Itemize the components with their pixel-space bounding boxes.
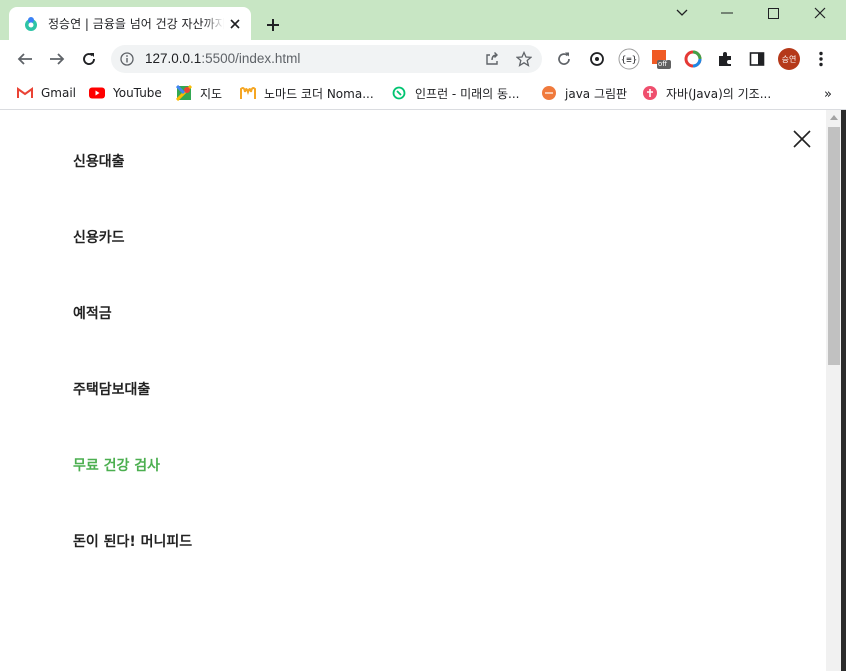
back-button[interactable]	[13, 47, 37, 71]
menu-item-money-feed[interactable]: 돈이 된다! 머니피드	[73, 532, 192, 608]
bookmark-java-basics[interactable]: 자바(Java)의 기조...	[642, 83, 771, 103]
mobile-menu: 신용대출 신용카드 예적금 주택담보대출 무료 건강 검사 돈이 된다! 머니피…	[73, 152, 192, 608]
maps-icon	[176, 85, 192, 101]
menu-item-health-check[interactable]: 무료 건강 검사	[73, 456, 192, 532]
bookmark-star-icon[interactable]	[515, 50, 533, 68]
refresh-extension-icon[interactable]	[553, 48, 575, 70]
side-panel-icon[interactable]	[746, 48, 768, 70]
menu-item-savings[interactable]: 예적금	[73, 304, 192, 380]
bookmark-inflearn[interactable]: 인프런 - 미래의 동...	[391, 83, 520, 103]
profile-avatar[interactable]: 승연	[778, 48, 800, 70]
tab-close-icon[interactable]	[227, 16, 243, 32]
menu-item-credit-loan[interactable]: 신용대출	[73, 152, 192, 228]
close-menu-icon[interactable]	[791, 128, 813, 150]
java-basics-icon	[642, 85, 658, 101]
browser-toolbar: 127.0.0.1:5500/index.html {≡} off 승연	[0, 40, 846, 78]
maximize-button[interactable]	[758, 4, 788, 22]
address-bar[interactable]: 127.0.0.1:5500/index.html	[111, 45, 542, 73]
bookmarks-overflow-button[interactable]: »	[824, 87, 832, 102]
scrollbar-thumb[interactable]	[828, 127, 840, 365]
bookmark-nomad-coders[interactable]: 노마드 코더 Noma...	[240, 83, 374, 103]
site-info-icon[interactable]	[119, 51, 135, 67]
bookmark-maps[interactable]: 지도	[176, 83, 222, 103]
share-icon[interactable]	[483, 50, 501, 68]
bookmark-youtube[interactable]: YouTube	[89, 83, 162, 103]
svg-text:{≡}: {≡}	[621, 56, 637, 66]
bookmark-label: 노마드 코더 Noma...	[264, 86, 374, 101]
browser-window: 정승연 | 금융을 넘어 건강 자산까지 127.0.0.1:5500/inde…	[0, 0, 846, 671]
nomad-coders-icon	[240, 85, 256, 101]
java-paint-icon	[541, 85, 557, 101]
bookmark-java-paint[interactable]: java 그림판	[541, 83, 627, 103]
menu-item-mortgage[interactable]: 주택담보대출	[73, 380, 192, 456]
bookmark-gmail[interactable]: Gmail	[17, 83, 76, 103]
tab-search-icon[interactable]	[667, 4, 697, 22]
extension-off-badge: off	[658, 60, 668, 68]
tab-active[interactable]: 정승연 | 금융을 넘어 건강 자산까지	[9, 7, 251, 40]
close-window-button[interactable]	[805, 4, 835, 22]
bookmark-label: 자바(Java)의 기조...	[666, 86, 772, 101]
forward-button[interactable]	[45, 47, 69, 71]
minimize-button[interactable]	[712, 4, 742, 22]
reload-button[interactable]	[77, 47, 101, 71]
bookmark-label: java 그림판	[565, 86, 628, 101]
bookmark-label: 지도	[200, 86, 223, 101]
extensions-puzzle-icon[interactable]	[714, 48, 736, 70]
bookmark-label: 인프런 - 미래의 동...	[415, 86, 520, 101]
background-window-edge	[841, 110, 846, 671]
youtube-icon	[89, 85, 105, 101]
bookmark-label: YouTube	[113, 86, 162, 100]
json-viewer-icon[interactable]: {≡}	[618, 48, 640, 70]
sync-extension-icon[interactable]	[586, 48, 608, 70]
color-picker-icon[interactable]	[682, 48, 704, 70]
scroll-up-arrow-icon[interactable]	[830, 115, 838, 120]
toss-logo-icon	[23, 16, 39, 32]
new-tab-button[interactable]	[262, 14, 284, 36]
menu-item-credit-card[interactable]: 신용카드	[73, 228, 192, 304]
page-viewport: 신용대출 신용카드 예적금 주택담보대출 무료 건강 검사 돈이 된다! 머니피…	[0, 110, 846, 671]
address-path: :5500/index.html	[201, 51, 301, 66]
inflearn-icon	[391, 85, 407, 101]
address-host: 127.0.0.1	[145, 51, 202, 66]
gmail-icon	[17, 85, 33, 101]
extension-off-icon[interactable]: off	[650, 48, 672, 70]
tab-strip: 정승연 | 금융을 넘어 건강 자산까지	[0, 0, 846, 40]
tab-title: 정승연 | 금융을 넘어 건강 자산까지	[48, 17, 224, 31]
address-url: 127.0.0.1:5500/index.html	[145, 51, 300, 66]
chrome-menu-icon[interactable]	[810, 48, 832, 70]
bookmarks-bar: Gmail YouTube 지도 노마드 코더 Noma... 인프런 - 미래…	[0, 78, 846, 110]
vertical-scrollbar[interactable]	[826, 110, 841, 671]
bookmark-label: Gmail	[41, 86, 77, 100]
